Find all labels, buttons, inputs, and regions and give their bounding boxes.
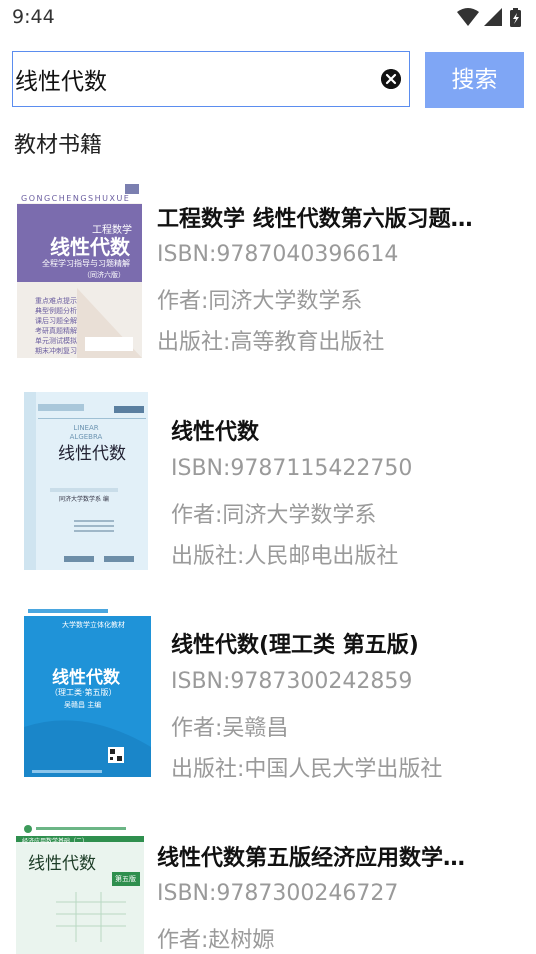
cover-series: 大学数学立体化教材	[62, 621, 125, 629]
cover-side-item: 重点难点提示	[35, 297, 77, 305]
book-title: 工程数学 线性代数第六版习题…	[157, 207, 473, 232]
status-time: 9:44	[12, 6, 55, 28]
book-item[interactable]: LINEAR ALGEBRA 线性代数 同济大学数学系 编 线性代数 ISBN:…	[0, 386, 536, 586]
book-item[interactable]: GONGCHENGSHUXUE 工程数学 线性代数 全程学习指导与习题精解 （同…	[0, 172, 536, 372]
book-isbn: ISBN:9787115422750	[171, 456, 413, 481]
search-button[interactable]: 搜索	[425, 52, 524, 108]
search-input[interactable]	[15, 52, 375, 105]
cover-editor: 吴赣昌 主编	[64, 701, 102, 709]
book-isbn: ISBN:9787300242859	[171, 669, 413, 694]
cover-sub: 同济大学数学系 编	[59, 496, 109, 503]
book-publisher: 出版社:高等教育出版社	[157, 330, 385, 355]
book-isbn: ISBN:9787040396614	[157, 242, 399, 267]
cover-main: 线性代数	[50, 235, 130, 259]
book-cover-image: LINEAR ALGEBRA 线性代数 同济大学数学系 编	[24, 392, 148, 570]
cover-side-item: 考研真题精解	[35, 327, 77, 335]
search-box	[12, 51, 410, 107]
search-row: 搜索	[12, 51, 524, 109]
battery-icon	[510, 8, 521, 27]
book-cover-image: GONGCHENGSHUXUE 工程数学 线性代数 全程学习指导与习题精解 （同…	[17, 178, 142, 358]
book-publisher: 出版社:中国人民大学出版社	[171, 757, 443, 782]
cover-side-item: 单元测试模拟	[35, 337, 77, 345]
cover-main: 线性代数	[52, 668, 120, 688]
book-cover-image: 经济应用数学基础（二） 线性代数 第五版	[16, 822, 144, 954]
book-author: 作者:赵树嫄	[157, 928, 275, 953]
cover-side-item: 期末冲刺复习	[35, 347, 77, 355]
cover-side-item: 课后习题全解	[35, 317, 77, 325]
cover-sub: 全程学习指导与习题精解	[42, 259, 130, 268]
cover-main: 线性代数	[58, 444, 126, 464]
cell-signal-icon	[484, 8, 502, 26]
cover-main: 线性代数	[28, 854, 96, 874]
book-title: 线性代数(理工类 第五版)	[171, 633, 419, 658]
book-item[interactable]: 经济应用数学基础（二） 线性代数 第五版 线性代数第五版经济应用数学… ISBN…	[0, 812, 536, 954]
cover-edition: （同济六版）	[83, 271, 125, 279]
book-item[interactable]: 大学数学立体化教材 线性代数 （理工类·第五版） 吴赣昌 主编 线性代数(理工类…	[0, 599, 536, 799]
book-title: 线性代数	[171, 420, 260, 445]
book-publisher: 出版社:人民邮电出版社	[171, 544, 399, 569]
section-title: 教材书籍	[14, 133, 103, 158]
book-author: 作者:吴赣昌	[171, 716, 289, 741]
cover-side-item: 典型例题分析	[35, 307, 77, 315]
book-isbn: ISBN:9787300246727	[157, 881, 399, 906]
cover-top-text: GONGCHENGSHUXUE	[21, 194, 131, 203]
cover-side-list: 重点难点提示 典型例题分析 课后习题全解 考研真题精解 单元测试模拟 期末冲刺复…	[35, 296, 77, 356]
cover-edition: 第五版	[115, 875, 136, 883]
status-bar: 9:44	[0, 0, 536, 36]
book-author: 作者:同济大学数学系	[171, 503, 377, 528]
wifi-icon	[457, 8, 479, 26]
status-icons	[457, 8, 521, 27]
book-cover-image: 大学数学立体化教材 线性代数 （理工类·第五版） 吴赣昌 主编	[24, 607, 151, 777]
cover-sub: （理工类·第五版）	[50, 688, 117, 697]
book-title: 线性代数第五版经济应用数学…	[157, 846, 466, 871]
book-author: 作者:同济大学数学系	[157, 289, 363, 314]
clear-icon[interactable]	[381, 69, 401, 89]
cover-series: 经济应用数学基础（二）	[22, 838, 89, 845]
